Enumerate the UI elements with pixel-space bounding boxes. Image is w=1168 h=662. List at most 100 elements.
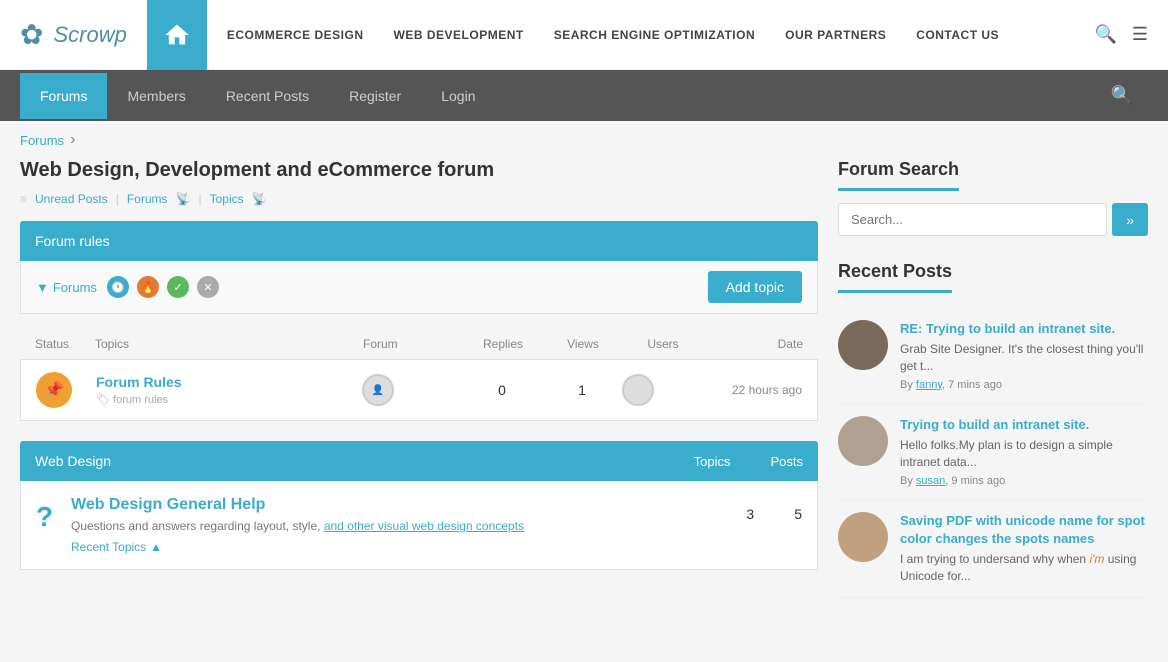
filter-icons: 🕐 🔥 ✓ ✕ xyxy=(107,276,219,298)
menu-item-seo[interactable]: SEARCH ENGINE OPTIMIZATION xyxy=(554,28,755,42)
recent-post-title-1[interactable]: RE: Trying to build an intranet site. xyxy=(900,321,1115,336)
section-title: Web Design xyxy=(35,453,111,469)
top-nav: ✿ Scrowp ECOMMERCE DESIGN WEB DEVELOPMEN… xyxy=(0,0,1168,70)
stack-icon: ≡ xyxy=(20,192,27,206)
forum-rules-bar: Forum rules xyxy=(20,221,818,261)
tag-text: forum rules xyxy=(113,394,168,406)
sub-forum-stats: 3 5 xyxy=(746,496,802,522)
forum-rules-label: Forum rules xyxy=(35,233,110,249)
breadcrumb-separator: › xyxy=(70,131,75,149)
recent-post-excerpt-1: Grab Site Designer. It's the closest thi… xyxy=(900,341,1148,375)
menu-item-partners[interactable]: OUR PARTNERS xyxy=(785,28,886,42)
forum-search-section: Forum Search » xyxy=(838,159,1148,236)
status-icon-pinned: 📌 xyxy=(36,372,72,408)
avatar-circle: 👤 xyxy=(362,374,394,406)
brand-name: Scrowp xyxy=(53,22,126,48)
filter-label: ▼ Forums xyxy=(36,280,97,295)
sub-forum-icon: ? xyxy=(36,501,56,533)
col-forum: Forum xyxy=(363,337,463,351)
topic-tag-rules: 🏷 forum rules xyxy=(96,393,362,406)
filter-icon-check[interactable]: ✓ xyxy=(167,276,189,298)
avatar-1 xyxy=(838,320,888,370)
recent-post-item-1: RE: Trying to build an intranet site. Gr… xyxy=(838,308,1148,404)
top-nav-icons: 🔍 ☰ xyxy=(1094,24,1148,45)
section-header-right: Topics Posts xyxy=(694,454,803,469)
page-title: Web Design, Development and eCommerce fo… xyxy=(20,159,818,182)
date-col: 22 hours ago xyxy=(702,383,802,397)
forum-row-rules: 📌 Forum Rules 🏷 forum rules 👤 0 1 22 hou… xyxy=(20,360,818,421)
avatar-img-2 xyxy=(838,416,888,466)
filter-icon-clock[interactable]: 🕐 xyxy=(107,276,129,298)
recent-topics-link[interactable]: Recent Topics ▲ xyxy=(71,540,162,554)
chevron-down-icon: ▼ xyxy=(36,280,49,295)
col-users: Users xyxy=(623,337,703,351)
col-status: Status xyxy=(35,337,95,351)
forum-search-title: Forum Search xyxy=(838,159,1148,203)
filter-icon-close[interactable]: ✕ xyxy=(197,276,219,298)
col-replies: Replies xyxy=(463,337,543,351)
tab-register[interactable]: Register xyxy=(329,73,421,119)
forum-meta: ≡ Unread Posts | Forums 📡 | Topics 📡 xyxy=(20,192,818,206)
menu-item-webdev[interactable]: WEB DEVELOPMENT xyxy=(394,28,524,42)
sub-forum-title[interactable]: Web Design General Help xyxy=(71,496,265,513)
recent-post-excerpt-2: Hello folks.My plan is to design a simpl… xyxy=(900,437,1148,471)
sub-forum-desc-link[interactable]: and other visual web design concepts xyxy=(324,519,524,533)
tab-login[interactable]: Login xyxy=(421,73,495,119)
sidebar: Forum Search » Recent Posts RE: Trying t… xyxy=(838,159,1148,598)
recent-post-title-3[interactable]: Saving PDF with unicode name for spot co… xyxy=(900,513,1145,546)
sub-forum-topics: 3 xyxy=(746,506,754,522)
sub-forum-info: Web Design General Help Questions and an… xyxy=(71,496,731,554)
breadcrumb-forums[interactable]: Forums xyxy=(20,133,64,148)
meta-icon1: 📡 xyxy=(176,192,191,206)
user-avatar xyxy=(622,374,654,406)
home-icon-box[interactable] xyxy=(147,0,207,70)
recent-post-title-2[interactable]: Trying to build an intranet site. xyxy=(900,417,1089,432)
sub-forum-desc: Questions and answers regarding layout, … xyxy=(71,517,731,535)
avatar-icon: 👤 xyxy=(372,385,384,396)
col-date: Date xyxy=(703,337,803,351)
posts-col-label: Posts xyxy=(770,454,803,469)
forums-link[interactable]: Forums xyxy=(127,192,168,206)
menu-item-contact[interactable]: CONTACT US xyxy=(916,28,999,42)
recent-post-meta-1: By fanny, 7 mins ago xyxy=(900,379,1148,391)
tag-icon: 🏷 xyxy=(96,394,110,406)
main-menu: ECOMMERCE DESIGN WEB DEVELOPMENT SEARCH … xyxy=(227,28,1095,42)
sub-nav-search-icon[interactable]: 🔍 xyxy=(1096,70,1148,121)
unread-posts-link[interactable]: Unread Posts xyxy=(35,192,108,206)
filter-icon-fire[interactable]: 🔥 xyxy=(137,276,159,298)
recent-post-item-2: Trying to build an intranet site. Hello … xyxy=(838,404,1148,500)
menu-icon[interactable]: ☰ xyxy=(1132,24,1148,45)
tab-members[interactable]: Members xyxy=(107,73,205,119)
search-icon[interactable]: 🔍 xyxy=(1094,24,1116,45)
recent-post-meta-2: By susan, 9 mins ago xyxy=(900,475,1148,487)
meta-sep1: | xyxy=(116,192,119,206)
table-header: Status Topics Forum Replies Views Users … xyxy=(20,329,818,360)
tab-recent-posts[interactable]: Recent Posts xyxy=(206,73,329,119)
web-design-section-header: Web Design Topics Posts xyxy=(20,441,818,481)
sub-forum-posts: 5 xyxy=(794,506,802,522)
topic-title-rules[interactable]: Forum Rules xyxy=(96,374,182,390)
recent-post-content-1: RE: Trying to build an intranet site. Gr… xyxy=(900,320,1148,391)
views-count: 1 xyxy=(542,382,622,398)
recent-posts-section: Recent Posts RE: Trying to build an intr… xyxy=(838,261,1148,598)
add-topic-button[interactable]: Add topic xyxy=(708,271,802,303)
avatar-2 xyxy=(838,416,888,466)
avatar-3 xyxy=(838,512,888,562)
topics-link[interactable]: Topics xyxy=(210,192,244,206)
avatar-img-1 xyxy=(838,320,888,370)
search-button[interactable]: » xyxy=(1112,203,1148,236)
main-layout: Web Design, Development and eCommerce fo… xyxy=(0,159,1168,618)
recent-post-excerpt-3: I am trying to undersand why when i'm us… xyxy=(900,551,1148,585)
tab-forums[interactable]: Forums xyxy=(20,73,107,119)
col-views: Views xyxy=(543,337,623,351)
menu-item-ecommerce[interactable]: ECOMMERCE DESIGN xyxy=(227,28,364,42)
forum-col-avatar: 👤 xyxy=(362,374,462,406)
sub-forum-row: ? Web Design General Help Questions and … xyxy=(20,481,818,570)
author-link-2[interactable]: susan xyxy=(916,475,945,487)
users-col xyxy=(622,374,702,406)
author-link-1[interactable]: fanny xyxy=(916,379,942,391)
filter-bar: ▼ Forums 🕐 🔥 ✓ ✕ Add topic xyxy=(20,261,818,314)
recent-post-content-3: Saving PDF with unicode name for spot co… xyxy=(900,512,1148,585)
search-input[interactable] xyxy=(838,203,1107,236)
recent-post-content-2: Trying to build an intranet site. Hello … xyxy=(900,416,1148,487)
